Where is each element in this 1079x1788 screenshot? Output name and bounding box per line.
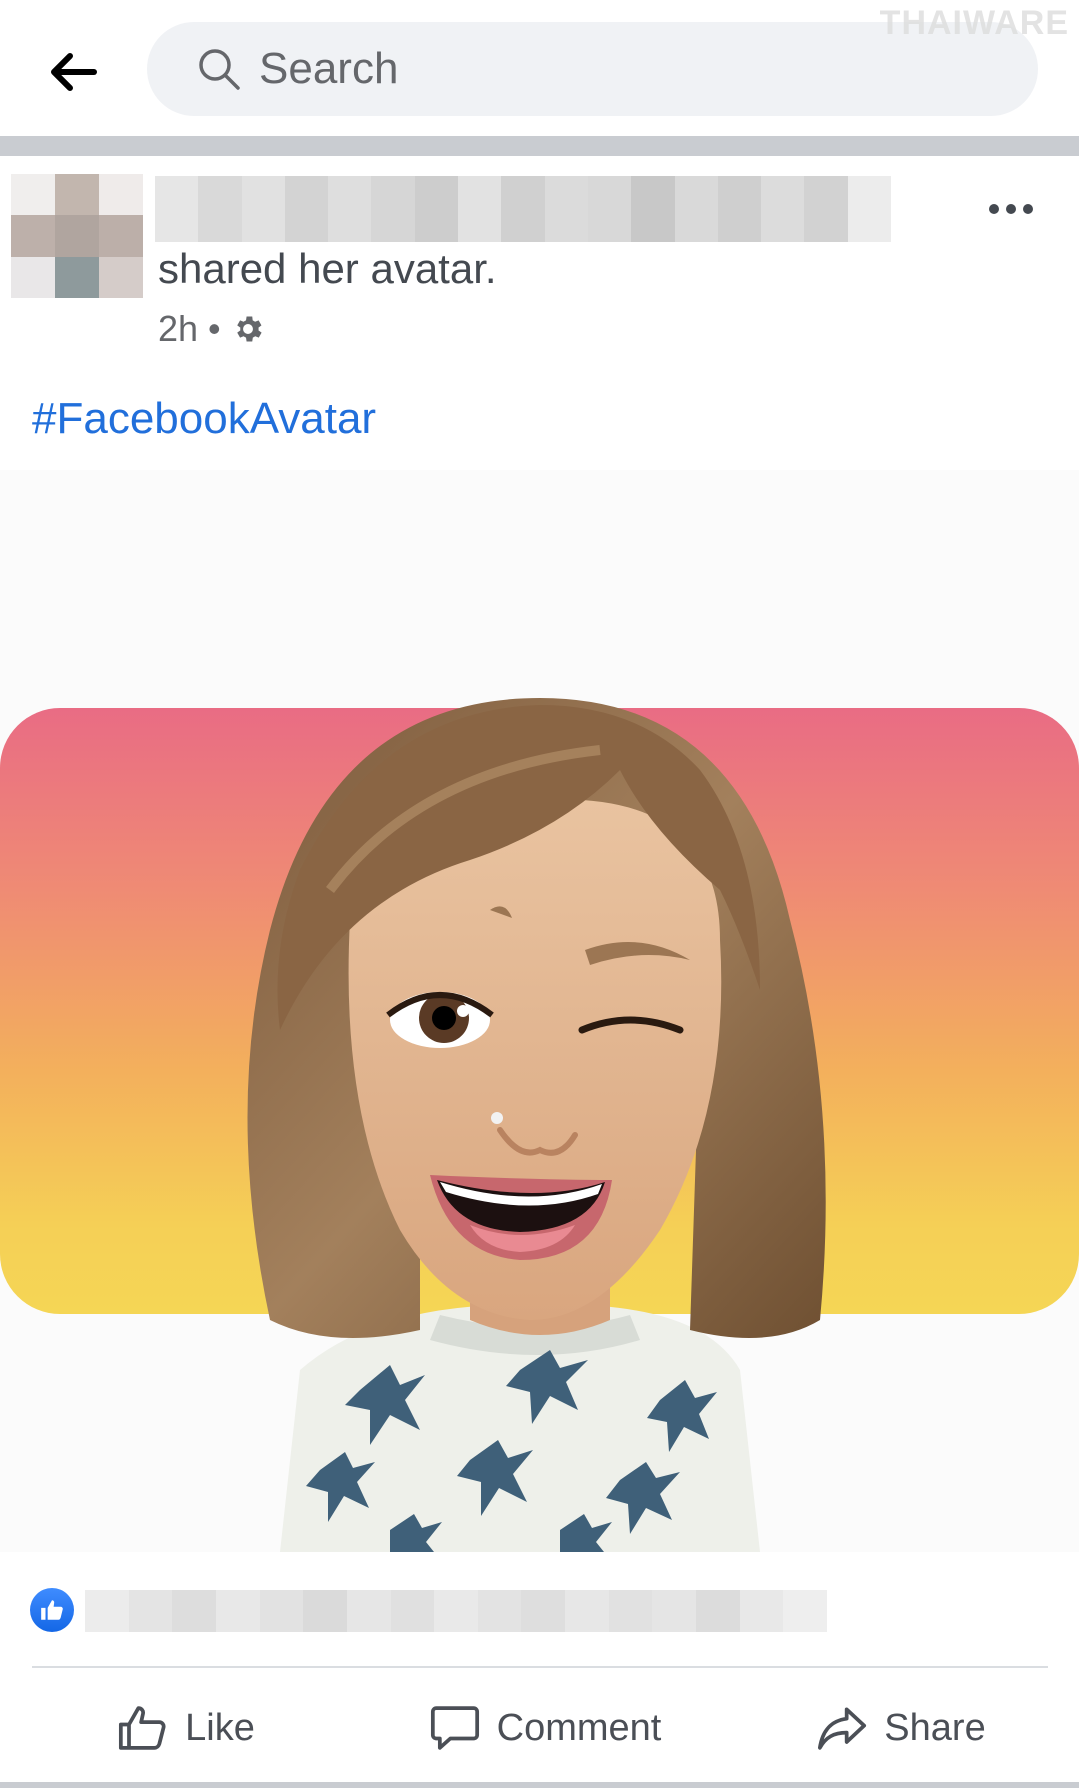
reactions-summary-redacted[interactable] [85, 1590, 827, 1632]
profile-avatar[interactable] [11, 174, 143, 298]
comment-label: Comment [496, 1706, 662, 1749]
post-meta: 2h • [158, 308, 265, 350]
search-placeholder: Search [259, 44, 399, 93]
post-image[interactable] [0, 470, 1079, 1552]
comment-button[interactable]: Comment [415, 1690, 673, 1766]
share-icon [818, 1707, 867, 1750]
back-button[interactable] [38, 40, 110, 104]
share-label: Share [884, 1706, 986, 1749]
actions-divider [32, 1666, 1048, 1668]
section-divider [0, 136, 1079, 156]
search-icon [197, 47, 241, 91]
watermark: THAIWARE [879, 4, 1069, 42]
hashtag-link[interactable]: #FacebookAvatar [32, 394, 376, 444]
share-button[interactable]: Share [810, 1690, 990, 1766]
meta-separator: • [208, 308, 221, 349]
more-options-button[interactable] [978, 186, 1044, 232]
like-button[interactable]: Like [90, 1690, 280, 1766]
avatar-illustration [247, 698, 826, 1552]
comment-icon [430, 1706, 479, 1750]
post-action-text: shared her avatar. [158, 245, 497, 292]
gear-icon [236, 316, 262, 342]
thumbs-up-icon [119, 1706, 166, 1750]
bottom-divider [0, 1782, 1079, 1788]
back-arrow-icon [51, 53, 97, 91]
like-reaction-icon [30, 1588, 74, 1632]
post-timestamp[interactable]: 2h [158, 308, 198, 350]
more-icon [989, 204, 1033, 214]
like-label: Like [185, 1706, 255, 1749]
profile-name-redacted[interactable] [155, 176, 891, 242]
